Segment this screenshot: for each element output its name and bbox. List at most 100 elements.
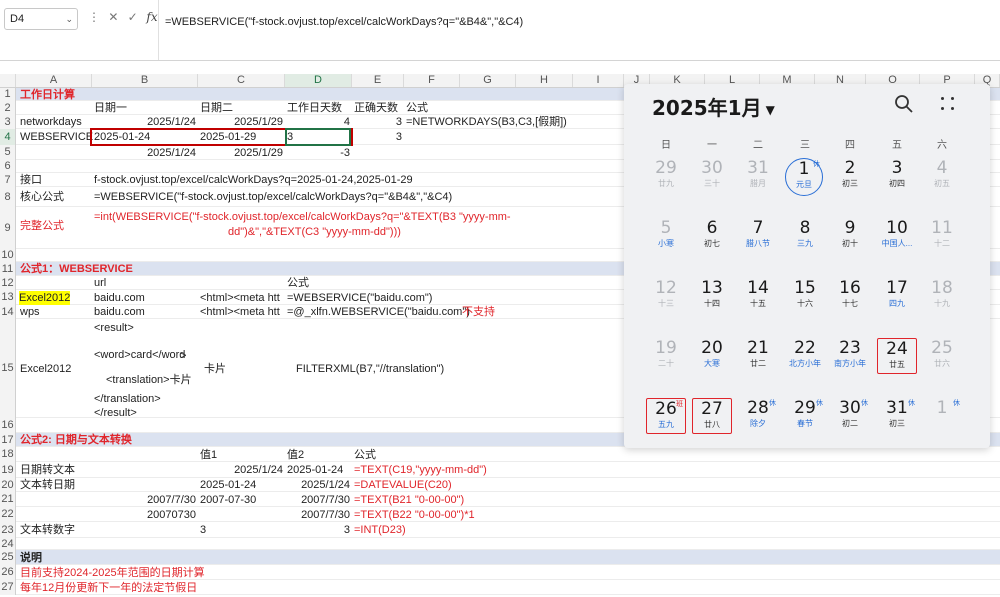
row-header[interactable]: 7 [0,173,16,187]
formula-input[interactable]: =WEBSERVICE("f-stock.ovjust.top/excel/ca… [158,0,1000,60]
cell[interactable]: 文本转数字 [20,523,75,537]
cell[interactable]: <html><meta htt [200,291,280,305]
cell[interactable]: 20070730 [94,508,196,522]
calendar-day[interactable]: 28 除夕休 [738,398,778,434]
cell[interactable]: 不支持 [462,305,495,319]
cell[interactable]: 2025/1/24 [94,146,196,160]
calendar-day[interactable]: 23 南方小年 [830,338,870,374]
row-header[interactable]: 10 [0,249,16,262]
cell[interactable]: 3 [287,523,350,537]
section-title[interactable]: 工作日计算 [20,88,75,102]
calendar-day[interactable]: 11 十二 [922,218,962,254]
cell[interactable]: url [94,276,106,290]
calendar-day[interactable]: 10 中国人... [877,218,917,254]
cell[interactable]: <html><meta htt [200,305,280,319]
cell[interactable]: =DATEVALUE(C20) [354,478,452,492]
calendar-day[interactable]: 7 腊八节 [738,218,778,254]
cell[interactable]: 2025/1/29 [200,115,283,129]
calendar-day[interactable]: 20 大寒 [692,338,732,374]
cell[interactable]: 2025/1/29 [200,146,283,160]
row-header[interactable]: 21 [0,492,16,507]
row-header[interactable]: 26 [0,565,16,580]
row-header[interactable]: 27 [0,580,16,595]
cell[interactable]: 2007/7/30 [287,508,350,522]
calendar-day[interactable]: 2 初三 [830,158,870,194]
column-header-g[interactable]: G [460,74,516,87]
chevron-down-icon[interactable]: ⌄ [65,9,73,29]
column-header-c[interactable]: C [198,74,285,87]
cell[interactable]: =TEXT(B21 "0-00-00") [354,493,464,507]
calendar-day[interactable]: 3 初四 [877,158,917,194]
cell[interactable]: 公式 [406,101,428,115]
row-header[interactable]: 20 [0,478,16,492]
more-dots-icon[interactable] [940,96,956,112]
cell[interactable]: =WEBSERVICE("f-stock.ovjust.top/excel/ca… [94,190,452,204]
calendar-day[interactable]: 30 三十 [692,158,732,194]
row-header[interactable]: 25 [0,550,16,565]
row-header[interactable]: 24 [0,538,16,550]
calendar-day[interactable]: 15 十六 [785,278,825,314]
cell[interactable]: 4 [287,115,350,129]
cell[interactable]: 公式 [287,276,309,290]
calendar-day[interactable]: 1休 [922,398,962,434]
cell[interactable]: 完整公式 [20,219,64,233]
cell[interactable]: 日期转文本 [20,463,75,477]
cell[interactable]: Excel2012 [20,362,71,376]
name-box[interactable]: D4 ⌄ [4,8,78,30]
calendar-month-title[interactable]: 2025年1月 ▼ [652,92,775,121]
cell[interactable]: 每年12月份更新下一年的法定节假日 [20,581,197,595]
column-header-b[interactable]: B [92,74,198,87]
row-header[interactable]: 6 [0,160,16,173]
calendar-day[interactable]: 6 初七 [692,218,732,254]
cell[interactable]: 文本转日期 [20,478,75,492]
cell[interactable]: 2025-01-24 [287,463,343,477]
row-header[interactable]: 13 [0,290,16,305]
calendar-day[interactable]: 1 元旦休 [785,158,823,196]
cell[interactable]: =WEBSERVICE("baidu.com") [287,291,432,305]
calendar-day[interactable]: 19 二十 [646,338,686,374]
cell[interactable]: Excel2012 [19,290,71,305]
cell[interactable]: f-stock.ovjust.top/excel/calcWorkDays?q=… [94,173,413,187]
column-header-h[interactable]: H [516,74,573,87]
cell[interactable]: =int(WEBSERVICE("f-stock.ovjust.top/exce… [94,210,511,224]
calendar-day[interactable]: 9 初十 [830,218,870,254]
calendar-day[interactable]: 29 春节休 [785,398,825,434]
select-all-corner[interactable] [0,74,16,87]
cell[interactable]: 正确天数 [354,101,398,115]
calendar-day[interactable]: 14 十五 [738,278,778,314]
calendar-day[interactable]: 18 十九 [922,278,962,314]
cell[interactable]: 2025/1/24 [200,463,283,477]
row-header[interactable]: 16 [0,418,16,433]
row-header[interactable]: 19 [0,462,16,478]
column-header-e[interactable]: E [352,74,404,87]
calendar-day[interactable]: 12 十三 [646,278,686,314]
calendar-day[interactable]: 31 初三休 [877,398,917,434]
row-header[interactable]: 4 [0,129,16,145]
cell[interactable]: =NETWORKDAYS(B3,C3,[假期]) [406,115,567,129]
cell[interactable]: 工作日天数 [287,101,342,115]
cell[interactable]: FILTERXML(B7,"//translation") [296,362,444,376]
cell[interactable]: -3 [287,146,350,160]
calendar-day[interactable]: 5 小寒 [646,218,686,254]
cell[interactable]: baidu.com [94,291,145,305]
cell[interactable]: 核心公式 [20,190,64,204]
row-header[interactable]: 11 [0,262,16,276]
cell[interactable]: 2025-01-24 [200,478,256,492]
calendar-day[interactable]: 31 腊月 [738,158,778,194]
cell[interactable]: 目前支持2024-2025年范围的日期计算 [20,566,205,580]
cell[interactable]: 2025/1/24 [287,478,350,492]
row-header[interactable]: 15 [0,319,16,418]
cell[interactable]: 日期一 [94,101,127,115]
row-header[interactable]: 14 [0,305,16,319]
section-title[interactable]: 公式2: 日期与文本转换 [20,433,132,447]
calendar-day[interactable]: 22 北方小年 [785,338,825,374]
row-header[interactable]: 3 [0,115,16,129]
calendar-day[interactable]: 24 廿五 [877,338,917,374]
row-header[interactable]: 12 [0,276,16,290]
section-title[interactable]: 公式1：WEBSERVICE [20,262,133,276]
row-header[interactable]: 8 [0,187,16,207]
cell[interactable]: =@_xlfn.WEBSERVICE("baidu.com") [287,305,470,319]
calendar-day[interactable]: 26 五九班 [646,398,686,434]
cell[interactable]: dd")&","&TEXT(C3 "yyyy-mm-dd"))) [228,225,401,239]
row-header[interactable]: 1 [0,88,16,101]
